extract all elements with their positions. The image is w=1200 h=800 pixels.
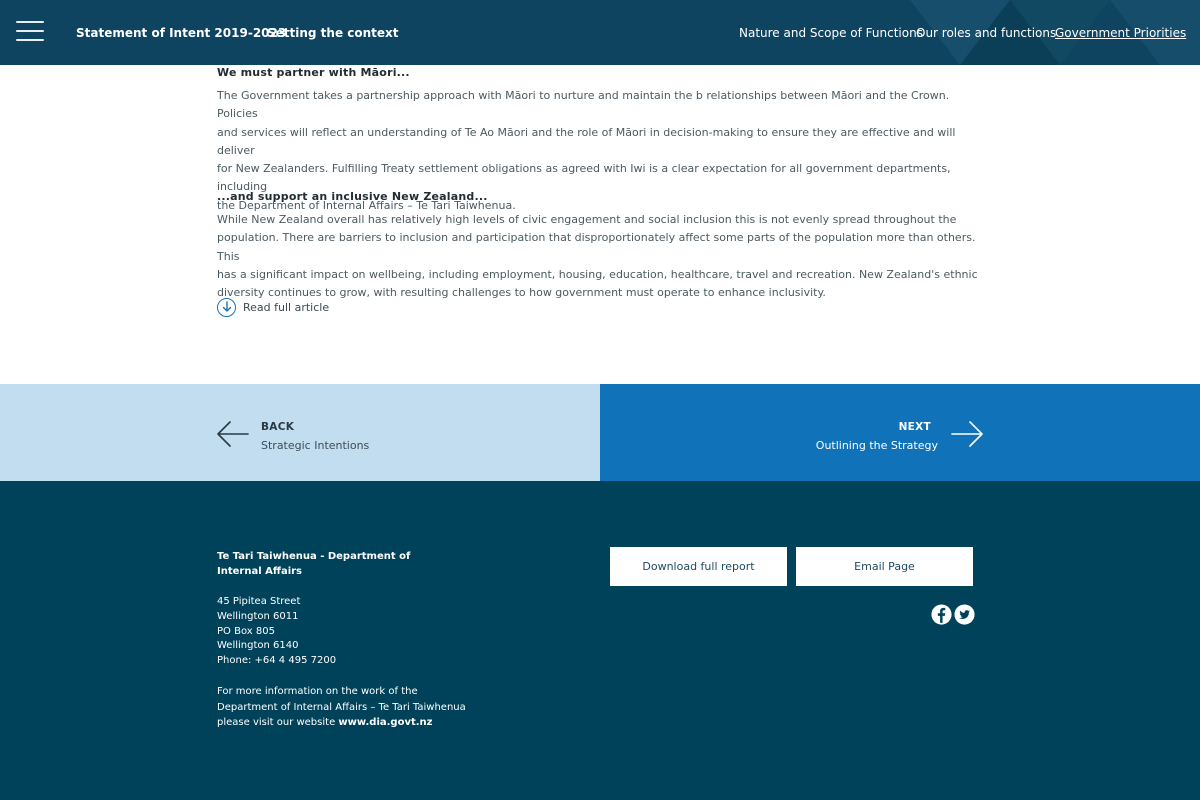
next-link[interactable]: NEXT Outlining the Strategy (600, 384, 1200, 481)
back-subtitle: Strategic Intentions (261, 439, 370, 452)
phone-number: Phone: +64 4 495 7200 (217, 655, 337, 667)
back-link[interactable]: BACK Strategic Intentions (0, 384, 600, 481)
breadcrumb-document[interactable]: Statement of Intent 2019-2023 (76, 26, 286, 40)
section-heading-inclusive: ...and support an inclusive New Zealand.… (217, 190, 488, 203)
paragraph-line: and services will reflect an understandi… (217, 125, 956, 157)
nav-nature-scope[interactable]: Nature and Scope of Functions (739, 26, 923, 40)
paragraph-line: The Government takes a partnership appro… (217, 89, 950, 121)
paragraph-line: has a significant impact on wellbeing, i… (217, 267, 978, 281)
address-line: Wellington 6140 (217, 640, 299, 652)
address-line: 45 Pipitea Street (217, 596, 301, 607)
breadcrumb-section[interactable]: Setting the context (267, 26, 399, 40)
section-body-inclusive: While New Zealand overall has relatively… (217, 211, 987, 302)
postal-address: 45 Pipitea Street Wellington 6011 PO Box… (217, 595, 336, 669)
more-info-line: please visit our website (217, 717, 339, 728)
hamburger-icon-bar (16, 39, 44, 41)
email-page-button[interactable]: Email Page (796, 547, 973, 586)
address-line: Wellington 6011 (217, 610, 299, 622)
back-title: BACK (261, 421, 295, 433)
facebook-icon[interactable] (931, 604, 952, 625)
paragraph-line: While New Zealand overall has relatively… (217, 213, 957, 226)
download-report-button[interactable]: Download full report (610, 547, 787, 586)
site-footer: Te Tari Taiwhenua - Department of Intern… (0, 481, 1200, 800)
nav-government-priorities[interactable]: Government Priorities (1055, 26, 1186, 40)
next-subtitle: Outlining the Strategy (815, 439, 938, 452)
arrow-down-circle-icon (217, 297, 236, 317)
arrow-left-icon (217, 421, 249, 447)
more-info-line: For more information on the work of the (217, 686, 418, 697)
section-heading-maori: We must partner with Māori... (217, 66, 410, 79)
paragraph-line: diversity continues to grow, with result… (217, 286, 826, 300)
menu-button[interactable] (16, 21, 44, 43)
website-link[interactable]: www.dia.govt.nz (338, 717, 432, 728)
address-line: PO Box 805 (217, 625, 275, 637)
hamburger-icon-bar (16, 30, 44, 32)
read-full-article-link[interactable]: Read full article (217, 297, 329, 317)
read-full-article-label: Read full article (243, 300, 330, 314)
arrow-right-icon (951, 421, 983, 447)
more-info-line: Department of Internal Affairs – Te Tari… (217, 701, 466, 713)
site-header: Statement of Intent 2019-2023 Setting th… (0, 0, 1200, 65)
nav-roles-functions[interactable]: Our roles and functions (916, 26, 1056, 40)
paragraph-line: population. There are barriers to inclus… (217, 231, 976, 263)
more-info-text: For more information on the work of the … (217, 684, 467, 731)
twitter-icon[interactable] (954, 604, 975, 625)
next-title: NEXT (898, 421, 931, 433)
organisation-name: Te Tari Taiwhenua - Department of Intern… (217, 551, 411, 577)
hamburger-icon-bar (16, 21, 44, 23)
